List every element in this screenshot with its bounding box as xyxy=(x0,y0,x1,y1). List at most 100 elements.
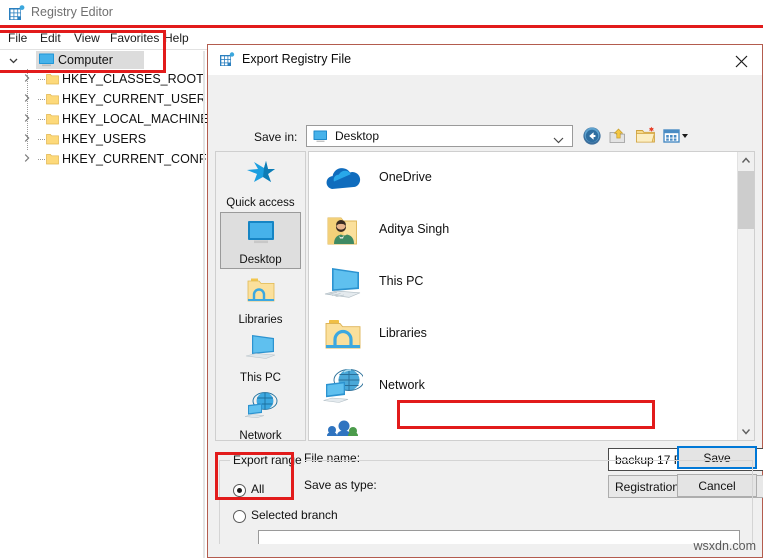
place-label: Quick access xyxy=(226,197,295,209)
menu-view[interactable]: View xyxy=(74,30,100,46)
menu-file[interactable]: File xyxy=(8,30,27,46)
registry-icon xyxy=(8,5,25,22)
back-arrow-icon[interactable] xyxy=(582,126,602,146)
registry-tree: Computer HKEY_CLASSES_ROOT HKEY_CURRENT_… xyxy=(0,51,220,558)
folder-icon xyxy=(46,92,59,105)
tree-connector-dot xyxy=(38,139,45,140)
place-libraries[interactable]: Libraries xyxy=(220,271,301,328)
export-range-group: Export range All Selected branch xyxy=(219,453,753,551)
radio-export-all[interactable] xyxy=(233,484,246,497)
desktop-icon xyxy=(221,217,300,247)
places-bar: Quick access Desktop Libraries This PC N… xyxy=(215,151,306,444)
export-range-legend: Export range xyxy=(230,453,305,467)
chevron-right-icon[interactable] xyxy=(22,153,32,163)
place-quick-access[interactable]: Quick access xyxy=(220,154,301,211)
tree-item-computer[interactable]: Computer xyxy=(0,51,205,69)
tree-item-hku[interactable]: HKEY_USERS xyxy=(0,130,205,148)
place-network[interactable]: Network xyxy=(220,387,301,444)
menu-favorites[interactable]: Favorites xyxy=(110,30,159,46)
place-desktop[interactable]: Desktop xyxy=(220,212,301,269)
chevron-right-icon[interactable] xyxy=(22,113,32,123)
menu-help[interactable]: Help xyxy=(164,30,189,46)
file-list-item[interactable]: Network xyxy=(317,362,717,412)
file-list-item-label: OneDrive xyxy=(379,170,432,184)
save-in-combobox[interactable]: Desktop xyxy=(306,125,573,147)
tree-connector-dot xyxy=(38,79,45,80)
tree-item-label: Computer xyxy=(58,53,113,67)
tree-item-label: HKEY_USERS xyxy=(62,132,147,146)
network-globe-icon xyxy=(323,368,365,406)
place-label: Network xyxy=(239,430,282,442)
tree-item-label: HKEY_LOCAL_MACHINE xyxy=(62,112,209,126)
radio-selected-branch-label[interactable]: Selected branch xyxy=(251,508,338,522)
this-pc-icon xyxy=(323,264,363,302)
this-pc-icon xyxy=(220,333,301,363)
tree-item-label: HKEY_CURRENT_CONFIG xyxy=(62,152,220,166)
homegroup-icon xyxy=(323,420,363,440)
annotation-top-line xyxy=(0,25,763,28)
tree-item-label: HKEY_CURRENT_USER xyxy=(62,92,206,106)
tree-connector-dot xyxy=(38,159,45,160)
tree-item-label: HKEY_CLASSES_ROOT xyxy=(62,72,204,86)
save-in-label: Save in: xyxy=(254,130,298,144)
file-list-item[interactable]: OneDrive xyxy=(317,154,717,204)
libraries-icon xyxy=(220,275,301,305)
file-list-item-label: Aditya Singh xyxy=(379,222,450,236)
star-icon xyxy=(220,158,301,188)
folder-icon xyxy=(46,72,59,85)
scroll-down-icon[interactable] xyxy=(738,423,754,440)
computer-icon xyxy=(38,53,55,67)
place-label: Libraries xyxy=(238,314,283,326)
dialog-bottom-strip xyxy=(209,544,761,556)
scroll-up-icon[interactable] xyxy=(738,152,754,169)
file-list-item[interactable]: This PC xyxy=(317,258,717,308)
chevron-right-icon[interactable] xyxy=(22,73,32,83)
folder-icon xyxy=(46,112,59,125)
libraries-folder-icon xyxy=(323,316,363,354)
folder-icon xyxy=(46,152,59,165)
scrollbar-thumb[interactable] xyxy=(738,171,754,229)
export-registry-file-dialog: Export Registry File Save in: Desktop Qu… xyxy=(207,44,763,558)
up-folder-icon[interactable] xyxy=(608,126,628,146)
save-in-value: Desktop xyxy=(335,129,380,143)
file-list-item-label: Libraries xyxy=(379,326,427,340)
dialog-title: Export Registry File xyxy=(242,52,352,66)
onedrive-cloud-icon xyxy=(323,160,363,198)
user-folder-icon xyxy=(323,212,363,250)
tree-item-hkcu[interactable]: HKEY_CURRENT_USER xyxy=(0,90,206,108)
new-folder-icon[interactable] xyxy=(635,126,657,146)
network-icon xyxy=(220,391,301,421)
desktop-icon xyxy=(313,130,328,143)
tree-item-hkcc[interactable]: HKEY_CURRENT_CONFIG xyxy=(0,150,220,168)
tree-item-hklm[interactable]: HKEY_LOCAL_MACHINE xyxy=(0,110,209,128)
radio-export-all-label[interactable]: All xyxy=(251,482,264,496)
tree-connector-dot xyxy=(38,119,45,120)
radio-selected-branch[interactable] xyxy=(233,510,246,523)
file-list-scrollbar[interactable] xyxy=(737,152,754,440)
file-list-item[interactable]: Aditya Singh xyxy=(317,206,717,256)
registry-editor-titlebar: Registry Editor xyxy=(0,0,763,27)
watermark-text: wsxdn.com xyxy=(693,539,756,553)
file-list-item-label: Network xyxy=(379,378,425,392)
file-list-item[interactable]: Libraries xyxy=(317,310,717,360)
dialog-titlebar: Export Registry File xyxy=(208,45,762,75)
radio-dot xyxy=(237,488,242,493)
close-icon[interactable] xyxy=(726,50,756,72)
tree-item-hkcr[interactable]: HKEY_CLASSES_ROOT xyxy=(0,70,205,88)
place-label: Desktop xyxy=(239,254,282,266)
registry-editor-title: Registry Editor xyxy=(31,5,113,19)
chevron-down-icon[interactable] xyxy=(553,133,564,147)
chevron-right-icon[interactable] xyxy=(22,93,32,103)
menu-edit[interactable]: Edit xyxy=(40,30,61,46)
chevron-down-icon[interactable] xyxy=(8,55,19,66)
registry-icon xyxy=(219,52,235,68)
file-list[interactable]: OneDrive Aditya Singh This PC Libraries … xyxy=(308,151,755,441)
file-list-item[interactable] xyxy=(317,414,717,440)
file-list-item-label: This PC xyxy=(379,274,424,288)
chevron-right-icon[interactable] xyxy=(22,133,32,143)
pane-splitter[interactable] xyxy=(203,51,205,558)
views-icon[interactable] xyxy=(663,126,693,146)
place-label: This PC xyxy=(240,372,281,384)
place-this-pc[interactable]: This PC xyxy=(220,329,301,386)
tree-connector-dot xyxy=(38,99,45,100)
